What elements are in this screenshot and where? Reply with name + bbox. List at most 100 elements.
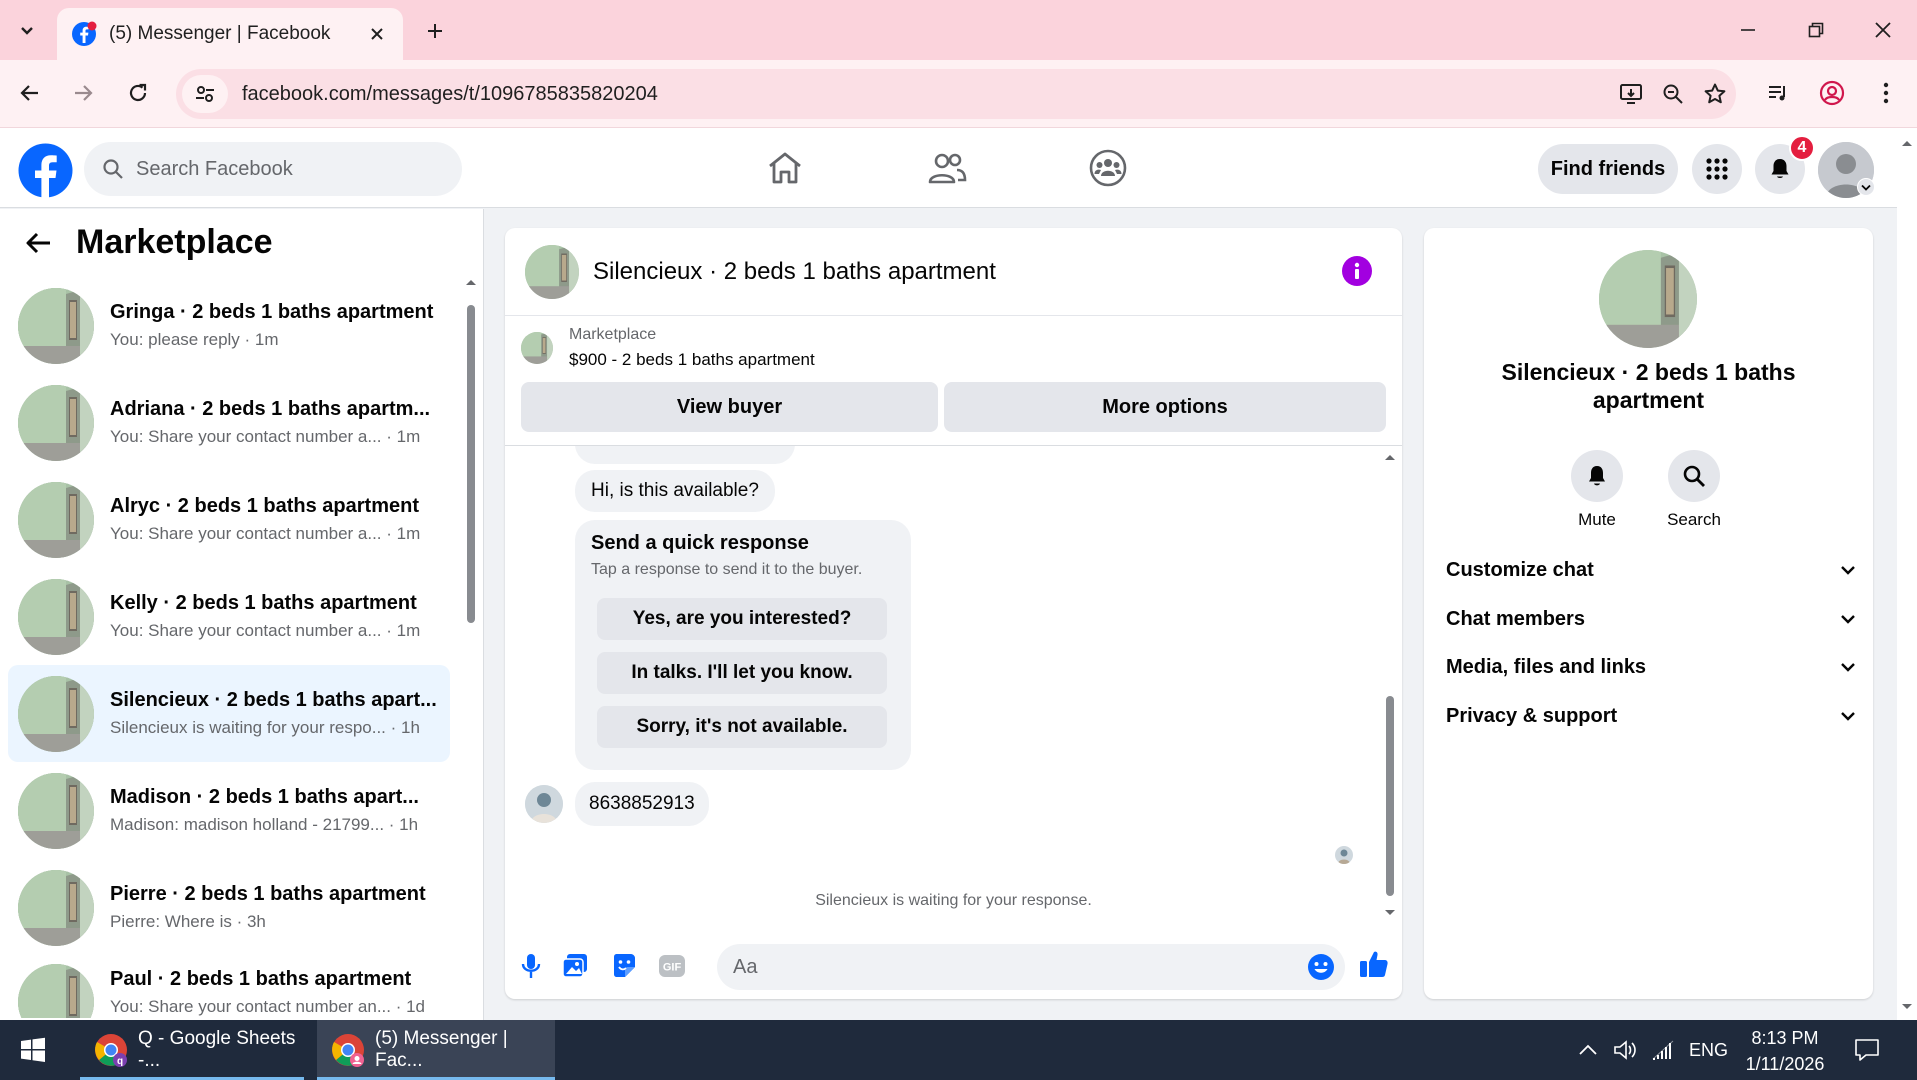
view-buyer-button[interactable]: View buyer: [521, 382, 938, 432]
zoom-icon[interactable]: [1652, 73, 1694, 115]
input-language[interactable]: ENG: [1689, 1020, 1728, 1080]
listing-thumbnail: [18, 964, 94, 1018]
list-item[interactable]: Paul · 2 beds 1 baths apartment You: Shar…: [8, 956, 450, 1018]
marketplace-sidebar: Marketplace Gringa · 2 beds 1 baths apar…: [0, 209, 484, 1080]
conversation-list: Gringa · 2 beds 1 baths apartment You: pl…: [8, 277, 450, 1018]
notification-badge: 4: [1789, 135, 1815, 161]
conversation-preview: You: Share your contact number a... · 1m: [110, 621, 421, 640]
list-item[interactable]: Alryc · 2 beds 1 baths apartment You: Sha…: [8, 471, 450, 568]
restore-button[interactable]: [1782, 0, 1850, 60]
photo-icon[interactable]: [559, 950, 591, 982]
chat-title[interactable]: Silencieux · 2 beds 1 baths apartment: [593, 258, 996, 286]
url-text[interactable]: facebook.com/messages/t/1096785835820204: [242, 83, 1610, 106]
network-icon[interactable]: [1651, 1020, 1675, 1080]
close-tab-icon[interactable]: [365, 22, 389, 46]
search-in-chat-button[interactable]: Search: [1654, 450, 1734, 530]
listing-price: $900 - 2 beds 1 baths apartment: [569, 350, 815, 369]
mute-button[interactable]: Mute: [1557, 450, 1637, 530]
new-tab-button[interactable]: [418, 14, 452, 48]
back-arrow-icon[interactable]: [24, 228, 54, 258]
list-item[interactable]: Gringa · 2 beds 1 baths apartment You: pl…: [8, 277, 450, 374]
chat-members-row[interactable]: Chat members: [1446, 595, 1856, 643]
menu-grid-button[interactable]: [1692, 144, 1742, 194]
row-label: Media, files and links: [1446, 655, 1647, 678]
listing-actions: View buyer More options: [521, 382, 1386, 432]
media-controls-icon[interactable]: [1758, 73, 1798, 113]
list-item-active[interactable]: Silencieux · 2 beds 1 baths apart... Sile…: [8, 665, 450, 762]
back-button[interactable]: [10, 73, 50, 113]
account-dropdown-icon[interactable]: [1857, 178, 1875, 196]
facebook-search[interactable]: [84, 142, 462, 196]
close-icon: [1875, 22, 1891, 38]
media-files-links-row[interactable]: Media, files and links: [1446, 643, 1856, 691]
emoji-icon[interactable]: [1307, 953, 1335, 981]
bookmark-star-icon[interactable]: [1694, 73, 1736, 115]
chat-scrollbar[interactable]: [1382, 446, 1398, 926]
conversation-name: Madison · 2 beds 1 baths apart...: [110, 786, 419, 808]
sender-avatar[interactable]: [525, 785, 563, 823]
sticker-icon[interactable]: [608, 950, 640, 982]
search-icon: [103, 159, 123, 179]
quick-response-card: Send a quick response Tap a response to …: [575, 520, 911, 770]
profile-account-icon[interactable]: [1812, 73, 1852, 113]
message-input-field[interactable]: [717, 944, 1345, 990]
forward-button[interactable]: [63, 73, 103, 113]
tab-search-button[interactable]: [8, 12, 46, 48]
conversation-name: Pierre · 2 beds 1 baths apartment: [110, 883, 426, 905]
svg-text:GIF: GIF: [663, 962, 682, 974]
chevron-down-icon: [21, 27, 33, 35]
nav-home[interactable]: [735, 138, 835, 198]
minimize-button[interactable]: [1714, 0, 1782, 60]
more-options-button[interactable]: More options: [944, 382, 1386, 432]
start-button[interactable]: [0, 1020, 66, 1080]
customize-chat-row[interactable]: Customize chat: [1446, 546, 1856, 594]
system-clock[interactable]: 8:13 PM 1/11/2026: [1735, 1025, 1835, 1077]
listing-thumbnail: [18, 772, 94, 849]
browser-tab-messenger[interactable]: (5) Messenger | Facebook: [57, 8, 403, 60]
site-info-icon[interactable]: [182, 75, 228, 113]
quick-reply-button[interactable]: In talks. I'll let you know.: [597, 652, 887, 694]
list-item[interactable]: Madison · 2 beds 1 baths apart... Madison…: [8, 762, 450, 859]
taskbar-app-sheets[interactable]: q Q - Google Sheets -...: [80, 1020, 304, 1080]
listing-thumbnail: [18, 869, 94, 946]
list-item[interactable]: Adriana · 2 beds 1 baths apartm... You: S…: [8, 374, 450, 471]
reload-button[interactable]: [118, 73, 158, 113]
facebook-logo-icon[interactable]: [18, 143, 73, 198]
quick-reply-button[interactable]: Yes, are you interested?: [597, 598, 887, 640]
browser-titlebar: (5) Messenger | Facebook: [0, 0, 1917, 60]
clock-date: 1/11/2026: [1745, 1054, 1825, 1074]
quick-reply-button[interactable]: Sorry, it's not available.: [597, 706, 887, 748]
thumbs-up-icon[interactable]: [1358, 948, 1390, 980]
notification-center-icon[interactable]: [1854, 1020, 1880, 1080]
message-bubble: 8638852913: [575, 782, 709, 826]
privacy-support-row[interactable]: Privacy & support: [1446, 692, 1856, 740]
conversation-preview: Madison: madison holland - 21799... · 1h: [110, 815, 419, 834]
sidebar-scroll-thumb[interactable]: [467, 305, 475, 623]
chevron-down-icon: [1841, 712, 1855, 721]
gif-icon[interactable]: GIF: [656, 950, 688, 982]
show-hidden-icons[interactable]: [1578, 1020, 1598, 1080]
nav-friends[interactable]: [897, 138, 997, 198]
info-icon[interactable]: [1342, 256, 1372, 286]
browser-menu-icon[interactable]: [1866, 73, 1906, 113]
find-friends-button[interactable]: Find friends: [1538, 144, 1678, 194]
sidebar-scrollbar[interactable]: [464, 277, 478, 1080]
close-window-button[interactable]: [1849, 0, 1917, 60]
listing-thumbnail: [18, 675, 94, 752]
search-icon: [1683, 465, 1705, 487]
list-item[interactable]: Kelly · 2 beds 1 baths apartment You: Sha…: [8, 568, 450, 665]
svg-text:q: q: [117, 1056, 123, 1067]
message-input[interactable]: [733, 955, 1293, 979]
address-bar[interactable]: facebook.com/messages/t/1096785835820204: [176, 69, 1736, 119]
list-item[interactable]: Pierre · 2 beds 1 baths apartment Pierre:…: [8, 859, 450, 956]
install-app-icon[interactable]: [1610, 73, 1652, 115]
taskbar-app-messenger[interactable]: (5) Messenger | Fac...: [317, 1020, 555, 1080]
chat-scroll-thumb[interactable]: [1386, 696, 1394, 896]
chat-avatar[interactable]: [525, 245, 579, 299]
facebook-search-input[interactable]: [136, 157, 436, 181]
volume-icon[interactable]: [1613, 1020, 1639, 1080]
page-scrollbar[interactable]: [1897, 128, 1917, 1020]
microphone-icon[interactable]: [515, 950, 547, 982]
nav-groups[interactable]: [1058, 138, 1158, 198]
chat-details-panel: Silencieux · 2 beds 1 baths apartment Mu…: [1424, 228, 1873, 999]
